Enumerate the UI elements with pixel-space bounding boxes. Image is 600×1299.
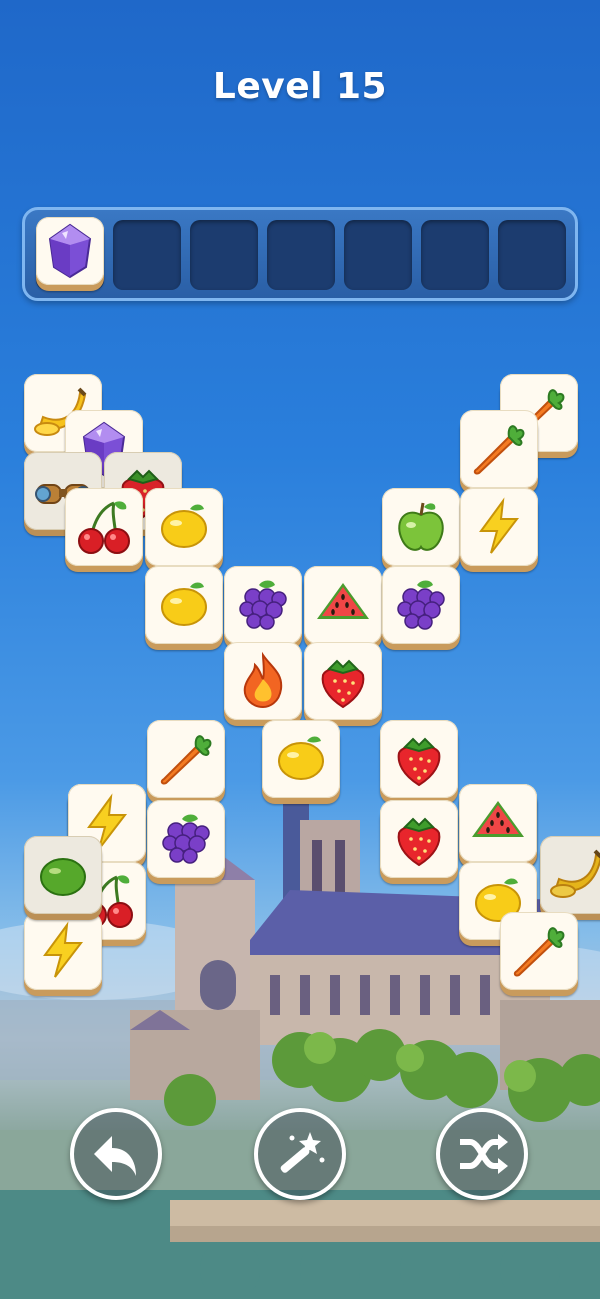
carrot-icon bbox=[509, 921, 569, 981]
tray-slot bbox=[344, 220, 412, 290]
tile-carrot[interactable] bbox=[500, 912, 578, 990]
strawberry-icon bbox=[313, 651, 373, 711]
tray-slot bbox=[421, 220, 489, 290]
magic-wand-icon bbox=[280, 1132, 325, 1173]
tile-tray bbox=[22, 207, 578, 301]
carrot-icon bbox=[156, 729, 216, 789]
cherry-icon bbox=[74, 497, 134, 557]
strawberry-icon bbox=[389, 729, 449, 789]
tray-slot bbox=[190, 220, 258, 290]
tile-lime[interactable] bbox=[24, 836, 102, 914]
apple-icon bbox=[391, 497, 451, 557]
tile-watermelon[interactable] bbox=[304, 566, 382, 644]
carrot-icon bbox=[469, 419, 529, 479]
game-screen: Level 15 bbox=[0, 0, 600, 1299]
tray-tile-gem bbox=[36, 217, 104, 285]
bolt-icon bbox=[33, 921, 93, 981]
shuffle-button[interactable] bbox=[436, 1108, 528, 1200]
tile-bolt[interactable] bbox=[24, 912, 102, 990]
tile-lemon[interactable] bbox=[145, 488, 223, 566]
tray-slot bbox=[267, 220, 335, 290]
tile-grape[interactable] bbox=[382, 566, 460, 644]
tile-grape[interactable] bbox=[224, 566, 302, 644]
tile-fire[interactable] bbox=[224, 642, 302, 720]
bolt-icon bbox=[469, 497, 529, 557]
watermelon-icon bbox=[313, 575, 373, 635]
undo-button[interactable] bbox=[70, 1108, 162, 1200]
tile-lemon[interactable] bbox=[145, 566, 223, 644]
magic-wand-button[interactable] bbox=[254, 1108, 346, 1200]
shuffle-icon bbox=[460, 1134, 508, 1174]
lemon-icon bbox=[154, 575, 214, 635]
banana-icon bbox=[549, 845, 600, 905]
tile-apple[interactable] bbox=[382, 488, 460, 566]
tray-slot bbox=[498, 220, 566, 290]
tile-carrot[interactable] bbox=[460, 410, 538, 488]
grape-icon bbox=[156, 809, 216, 869]
tile-lemon[interactable] bbox=[262, 720, 340, 798]
tile-banana[interactable] bbox=[540, 836, 600, 914]
undo-arrow-icon bbox=[94, 1136, 136, 1176]
tile-strawberry[interactable] bbox=[380, 720, 458, 798]
lemon-icon bbox=[271, 729, 331, 789]
tile-strawberry[interactable] bbox=[380, 800, 458, 878]
tile-grape[interactable] bbox=[147, 800, 225, 878]
level-title: Level 15 bbox=[212, 66, 388, 107]
watermelon-icon bbox=[468, 793, 528, 853]
lemon-icon bbox=[154, 497, 214, 557]
tile-cherry[interactable] bbox=[65, 488, 143, 566]
tile-strawberry[interactable] bbox=[304, 642, 382, 720]
fire-icon bbox=[233, 651, 293, 711]
tile-watermelon[interactable] bbox=[459, 784, 537, 862]
tile-carrot[interactable] bbox=[147, 720, 225, 798]
strawberry-icon bbox=[389, 809, 449, 869]
tray-slot bbox=[113, 220, 181, 290]
grape-icon bbox=[233, 575, 293, 635]
grape-icon bbox=[391, 575, 451, 635]
lime-icon bbox=[33, 845, 93, 905]
tile-bolt[interactable] bbox=[460, 488, 538, 566]
